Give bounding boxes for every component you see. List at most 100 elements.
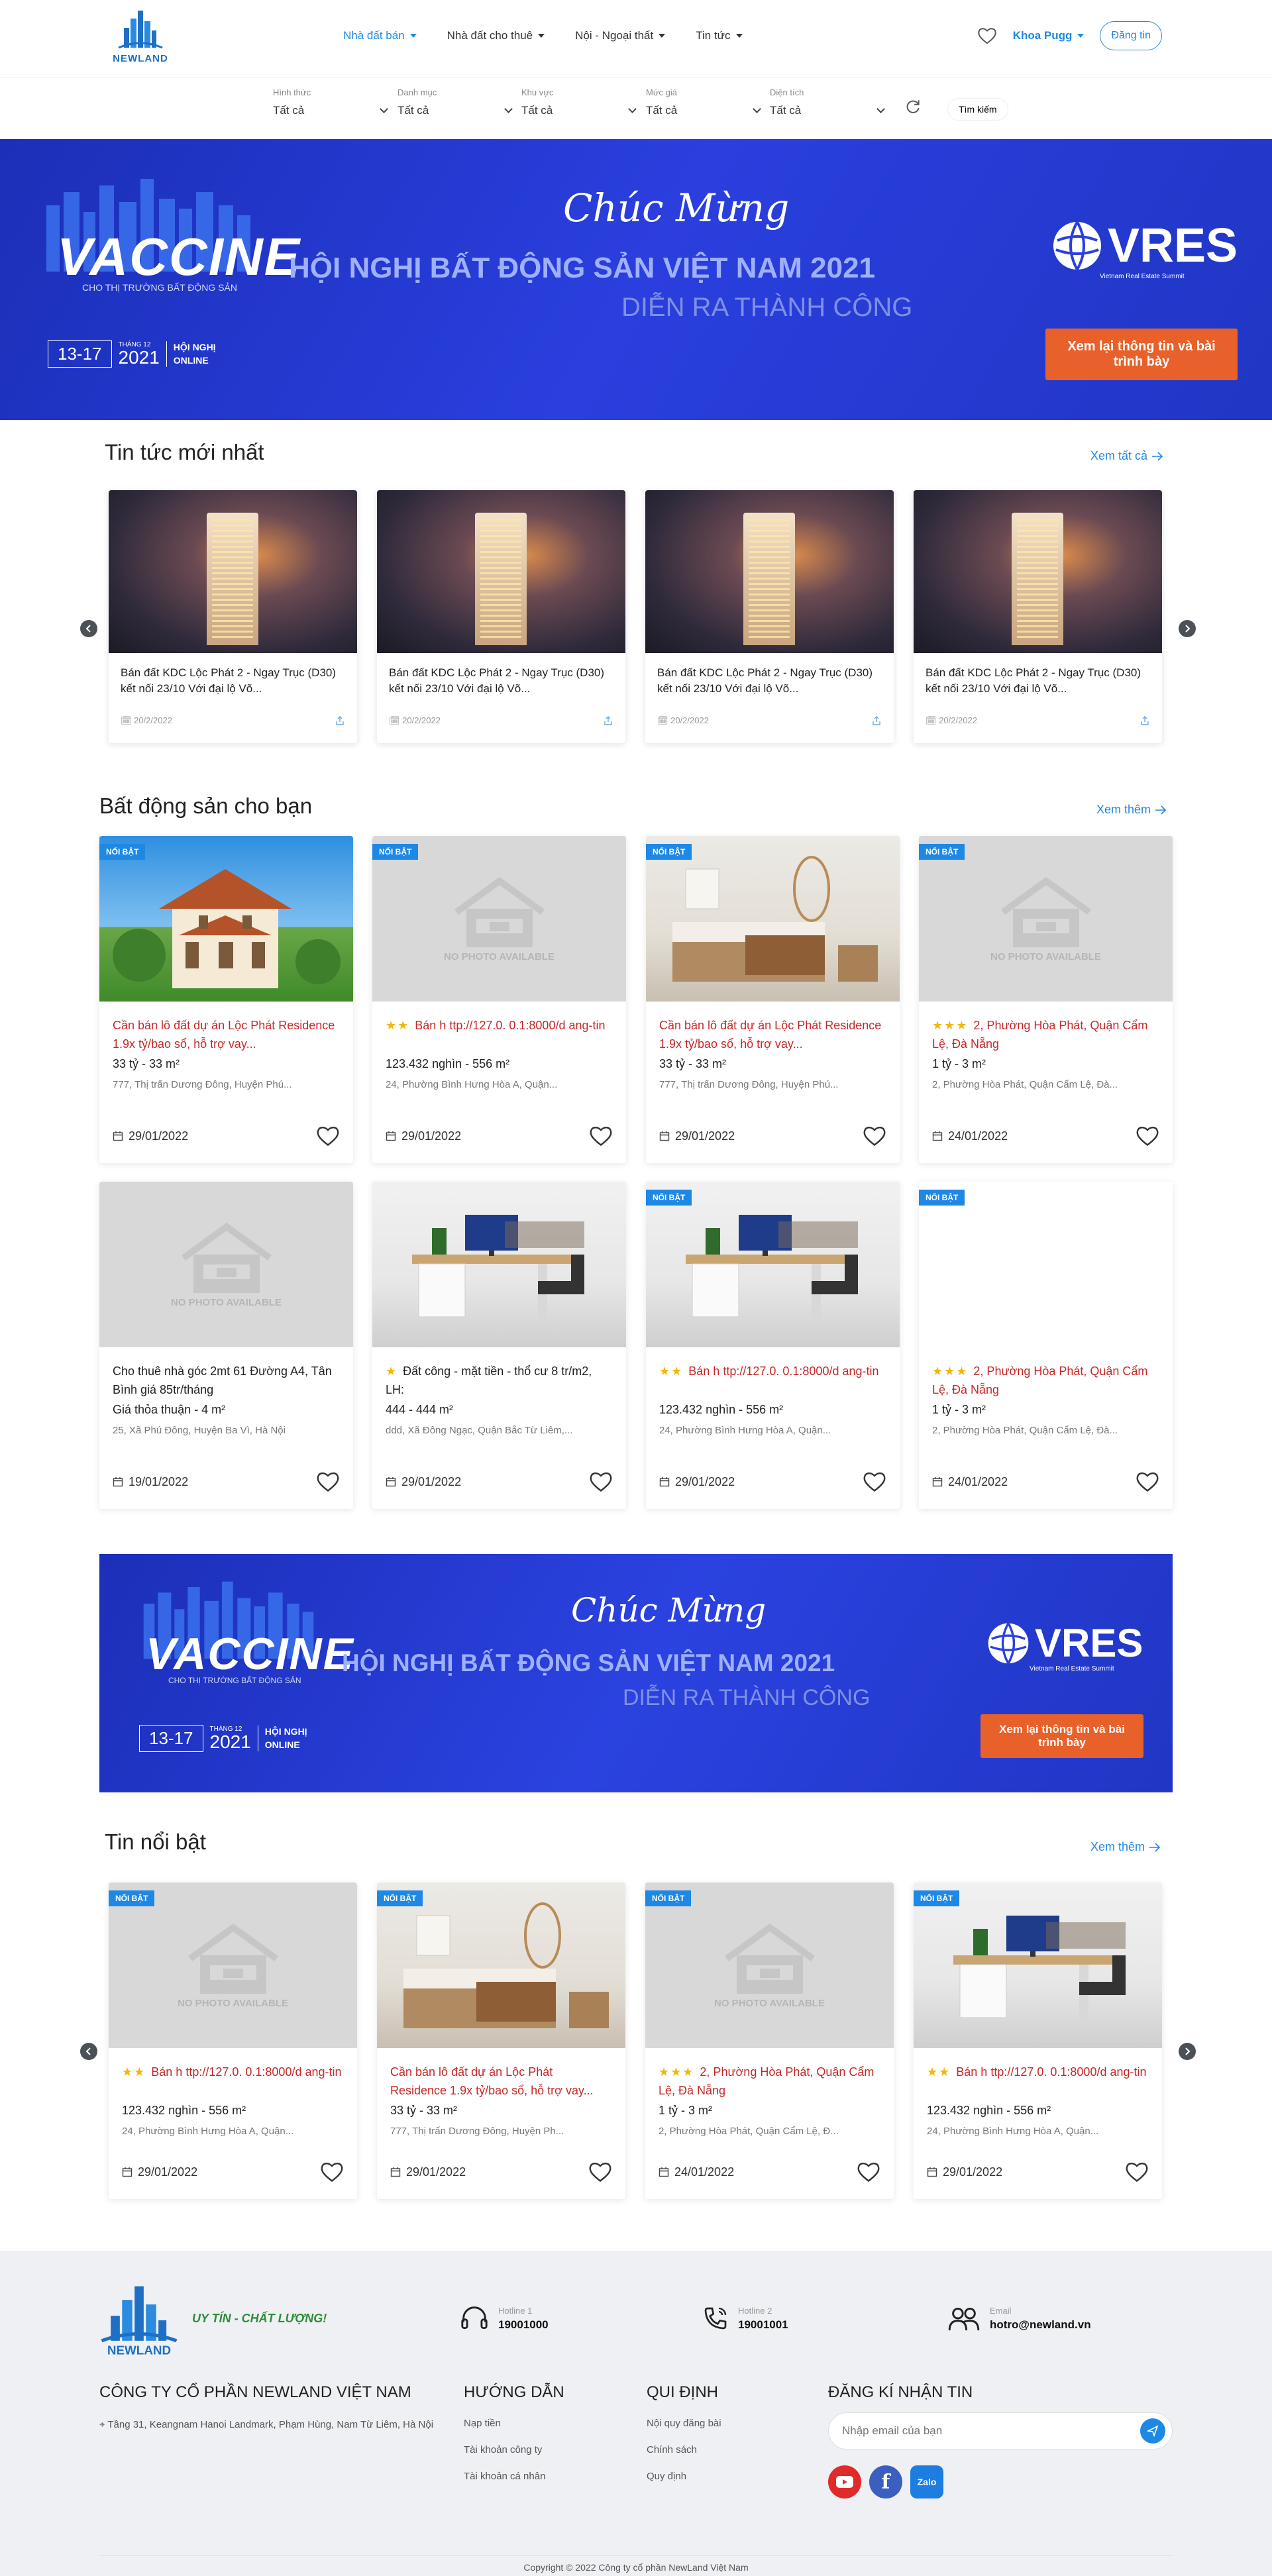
footer-link-chinh-sach[interactable]: Chính sách [647,2444,697,2455]
hotline1[interactable]: Hotline 1 19001000 [460,2305,549,2332]
property-card[interactable]: NỔI BẬT Cần bán lô đất dự án Lộc Phát Res… [377,1882,625,2199]
youtube-icon[interactable] [828,2465,861,2499]
property-date: 29/01/2022 [113,1129,188,1143]
heart-icon[interactable] [589,1125,613,1147]
heart-icon[interactable] [977,26,997,45]
subscribe-send-button[interactable] [1140,2418,1165,2444]
news-see-all-link[interactable]: Xem tất cả [1090,449,1163,463]
no-photo-image: NO PHOTO AVAILABLE NỔI BẬT [372,836,626,1002]
nav-item-noi-ngoai-that[interactable]: Nội - Ngoại thất [575,29,666,42]
news-card[interactable]: Bán đất KDC Lộc Phát 2 - Ngay Trục (D30)… [645,490,894,743]
footer-link-noi-quy[interactable]: Nội quy đăng bài [647,2418,721,2429]
heart-icon[interactable] [1136,1125,1159,1147]
zalo-icon[interactable]: Zalo [910,2465,943,2499]
filter-danh-muc[interactable]: Danh mục Tất cả [398,87,518,130]
property-price: 1 tỷ - 3 m² [659,2104,713,2117]
share-icon[interactable] [871,715,882,726]
footer-address: ⌖ Tầng 31, Keangnam Hanoi Landmark, Phạm… [99,2416,437,2434]
property-card[interactable]: NO PHOTO AVAILABLE NỔI BẬT ★★★ 2, Phường Hò… [645,1882,894,2199]
heart-icon[interactable] [1136,1470,1159,1493]
site-logo[interactable]: NEWLAND [106,9,175,69]
share-icon[interactable] [335,715,345,726]
property-card[interactable]: NỔI BẬT ★★ Bán h ttp://127.0. 0.1:8000/d a… [914,1882,1162,2199]
calendar-icon [932,1477,943,1487]
filter-dien-tich[interactable]: Diện tích Tất cả [770,87,890,130]
calendar-icon [113,1477,123,1487]
news-title: Bán đất KDC Lộc Phát 2 - Ngay Trục (D30)… [926,666,1141,695]
nav-item-tin-tuc[interactable]: Tin tức [696,29,743,42]
property-card[interactable]: NỔI BẬT ★★★ 2, Phường Hòa Phát, Quận Cẩm L… [919,1182,1173,1509]
chevron-down-icon [504,105,513,113]
email-contact[interactable]: Email hotro@newland.vn [947,2305,1091,2332]
properties-see-more-link[interactable]: Xem thêm [1096,803,1167,817]
banner-cta-button[interactable]: Xem lại thông tin và bài trình bày [1045,329,1238,380]
property-card[interactable]: NO PHOTO AVAILABLE NỔI BẬT ★★★ 2, Phường Hò… [919,836,1173,1163]
filter-khu-vuc[interactable]: Khu vực Tất cả [521,87,642,130]
heart-icon[interactable] [589,1470,613,1493]
heart-icon[interactable] [316,1470,340,1493]
footer-logo-icon[interactable]: NEWLAND [99,2284,179,2357]
property-card[interactable]: NO PHOTO AVAILABLE Cho thuê nhà góc 2mt 6… [99,1182,353,1509]
user-menu[interactable]: Khoa Pugg [1013,29,1085,42]
banner-cta-button[interactable]: Xem lại thông tin và bài trình bày [980,1714,1143,1758]
news-card[interactable]: Bán đất KDC Lộc Phát 2 - Ngay Trục (D30)… [914,490,1162,743]
news-next-arrow[interactable] [1179,620,1196,637]
property-title-text: Bán h ttp://127.0. 0.1:8000/d ang-tin [688,1365,879,1378]
hotline2[interactable]: Hotline 2 19001001 [702,2305,788,2332]
facebook-icon[interactable]: f [869,2465,902,2499]
footer-link-nap-tien[interactable]: Nạp tiền [464,2418,501,2429]
heart-icon[interactable] [863,1125,886,1147]
property-title: Cần bán lô đất dự án Lộc Phát Residence … [377,2048,625,2100]
news-card[interactable]: Bán đất KDC Lộc Phát 2 - Ngay Trục (D30)… [109,490,357,743]
property-card[interactable]: NỔI BẬT Cần bán lô đất dự án Lộc Phát Res… [99,836,353,1163]
refresh-icon[interactable] [904,98,922,115]
nav-item-cho-thue[interactable]: Nhà đất cho thuê [447,29,545,42]
banner-subline: DIỄN RA THÀNH CÔNG [623,1685,871,1710]
property-address: 2, Phường Hòa Phát, Quận Cẩm Lệ, Đà... [932,1079,1118,1090]
news-prev-arrow[interactable] [80,620,97,637]
users-icon [948,2308,980,2331]
property-card[interactable]: NỔI BẬT Cần bán lô đất dự án Lộc Phát Res… [646,836,900,1163]
property-title-text: Cần bán lô đất dự án Lộc Phát Residence … [659,1019,882,1051]
property-card[interactable]: ★ Đất công - mặt tiền - thổ cư 8 tr/m2, L… [372,1182,626,1509]
hot-see-more-link[interactable]: Xem thêm [1090,1840,1161,1854]
hot-next-arrow[interactable] [1179,2043,1196,2060]
main-nav: Nhà đất bán Nhà đất cho thuê Nội - Ngoại… [343,29,743,42]
property-address: 24, Phường Bình Hưng Hòa A, Quận... [122,2126,294,2137]
user-name: Khoa Pugg [1012,29,1073,42]
property-card[interactable]: NO PHOTO AVAILABLE NỔI BẬT ★★ Bán h ttp://1… [372,836,626,1163]
property-card[interactable]: NO PHOTO AVAILABLE NỔI BẬT ★★ Bán h ttp://1… [109,1882,357,2199]
news-card[interactable]: Bán đất KDC Lộc Phát 2 - Ngay Trục (D30)… [377,490,625,743]
house-placeholder-icon [1000,876,1091,947]
heart-icon[interactable] [320,2161,344,2183]
event-days: 13-17 [48,340,112,368]
footer-link-tk-cong-ty[interactable]: Tài khoản công ty [464,2444,542,2455]
heart-icon[interactable] [857,2161,880,2183]
share-icon[interactable] [603,715,613,726]
hot-prev-arrow[interactable] [80,2043,97,2060]
post-button[interactable]: Đăng tin [1100,21,1162,50]
subscribe-email-input[interactable] [842,2424,1140,2438]
filter-muc-gia[interactable]: Mức giá Tất cả [646,87,767,130]
filter-hinh-thuc[interactable]: Hình thức Tất cả [273,87,394,130]
promo-banner[interactable]: VACCINE CHO THỊ TRƯỜNG BẤT ĐỘNG SẢN 13-1… [99,1554,1173,1792]
contact-value: hotro@newland.vn [990,2318,1091,2331]
property-card[interactable]: NỔI BẬT ★★ Bán h ttp://127.0. 0.1:8000/d a… [646,1182,900,1509]
search-button[interactable]: Tìm kiếm [947,98,1008,121]
property-date-text: 29/01/2022 [675,1129,735,1143]
footer-link-tk-ca-nhan[interactable]: Tài khoản cá nhân [464,2471,545,2482]
header-actions: Khoa Pugg Đăng tin [977,21,1162,50]
featured-badge: NỔI BẬT [645,1890,692,1906]
footer-link-quy-dinh[interactable]: Quy định [647,2471,686,2482]
chevron-down-icon [753,105,761,113]
heart-icon[interactable] [1125,2161,1149,2183]
headset-icon [461,2306,488,2329]
property-price: 123.432 nghìn - 556 m² [927,2104,1051,2117]
share-icon[interactable] [1140,715,1150,726]
heart-icon[interactable] [316,1125,340,1147]
heart-icon[interactable] [588,2161,612,2183]
hero-banner[interactable]: VACCINE CHO THỊ TRƯỜNG BẤT ĐỘNG SẢN 13-1… [0,139,1272,420]
heart-icon[interactable] [863,1470,886,1493]
nav-item-ban[interactable]: Nhà đất bán [343,29,417,42]
see-more-label: Xem thêm [1096,803,1151,816]
